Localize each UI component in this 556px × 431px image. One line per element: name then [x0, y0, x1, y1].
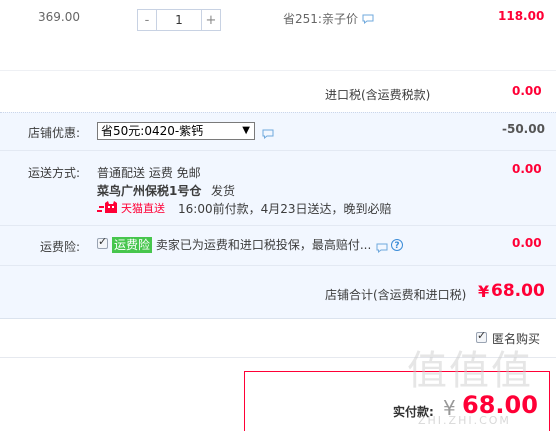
chat-icon[interactable] — [376, 240, 388, 254]
shop-total-label: 店铺合计(含运费和进口税) — [325, 288, 467, 302]
shipping-warehouse: 菜鸟广州保税1号仓 — [97, 184, 202, 198]
item-subtotal: 118.00 — [498, 9, 545, 23]
shop-discount-value: -50.00 — [502, 122, 545, 136]
tmall-direct-badge: 天猫直送 — [97, 201, 167, 215]
shop-discount-selected: 省50元:0420-紫钙 — [101, 124, 204, 138]
chat-icon[interactable] — [262, 126, 274, 140]
item-row — [0, 0, 556, 70]
import-tax-row — [0, 70, 556, 113]
insurance-value: 0.00 — [512, 236, 542, 250]
insurance-tag: 运费险 — [112, 237, 153, 253]
tmall-direct-text: 天猫直送 — [121, 202, 165, 215]
help-icon[interactable]: ? — [391, 239, 403, 251]
shipping-value: 0.00 — [512, 162, 542, 176]
shop-discount-select[interactable]: 省50元:0420-紫钙 ▼ — [97, 122, 255, 140]
import-tax-label: 进口税(含运费税款) — [325, 88, 431, 102]
tmall-cat-icon — [97, 201, 117, 213]
divider — [0, 150, 556, 151]
unit-price: 369.00 — [38, 10, 80, 24]
shipping-method: 普通配送 运费 免邮 — [97, 166, 201, 180]
shop-discount-label: 店铺优惠: — [28, 126, 81, 140]
site-watermark-url: ZHI.ZHI.COM — [418, 414, 511, 427]
import-tax-value: 0.00 — [512, 84, 542, 98]
quantity-input[interactable]: 1 — [157, 9, 201, 31]
dropdown-arrow-icon: ▼ — [242, 125, 250, 136]
shop-total-currency: ¥ — [478, 282, 490, 301]
quantity-minus-button[interactable]: - — [137, 9, 157, 31]
shipping-dispatch: 发货 — [211, 184, 236, 198]
site-watermark: 值值值 — [407, 348, 533, 394]
divider — [0, 265, 556, 266]
delivery-note: 16:00前付款，4月23日送达，晚到必赔 — [178, 202, 392, 216]
chat-icon[interactable] — [362, 11, 374, 25]
divider — [0, 225, 556, 226]
shop-total-value: 68.00 — [491, 281, 545, 301]
saving-text: 省251:亲子价 — [283, 12, 358, 26]
insurance-checkbox[interactable] — [97, 235, 108, 249]
quantity-plus-button[interactable]: + — [201, 9, 221, 31]
insurance-info: 运费险 卖家已为运费和进口税投保，最高赔付... — [112, 236, 371, 253]
insurance-text: 卖家已为运费和进口税投保，最高赔付... — [155, 238, 372, 252]
insurance-label: 运费险: — [40, 240, 81, 254]
shipping-label: 运送方式: — [28, 166, 81, 180]
